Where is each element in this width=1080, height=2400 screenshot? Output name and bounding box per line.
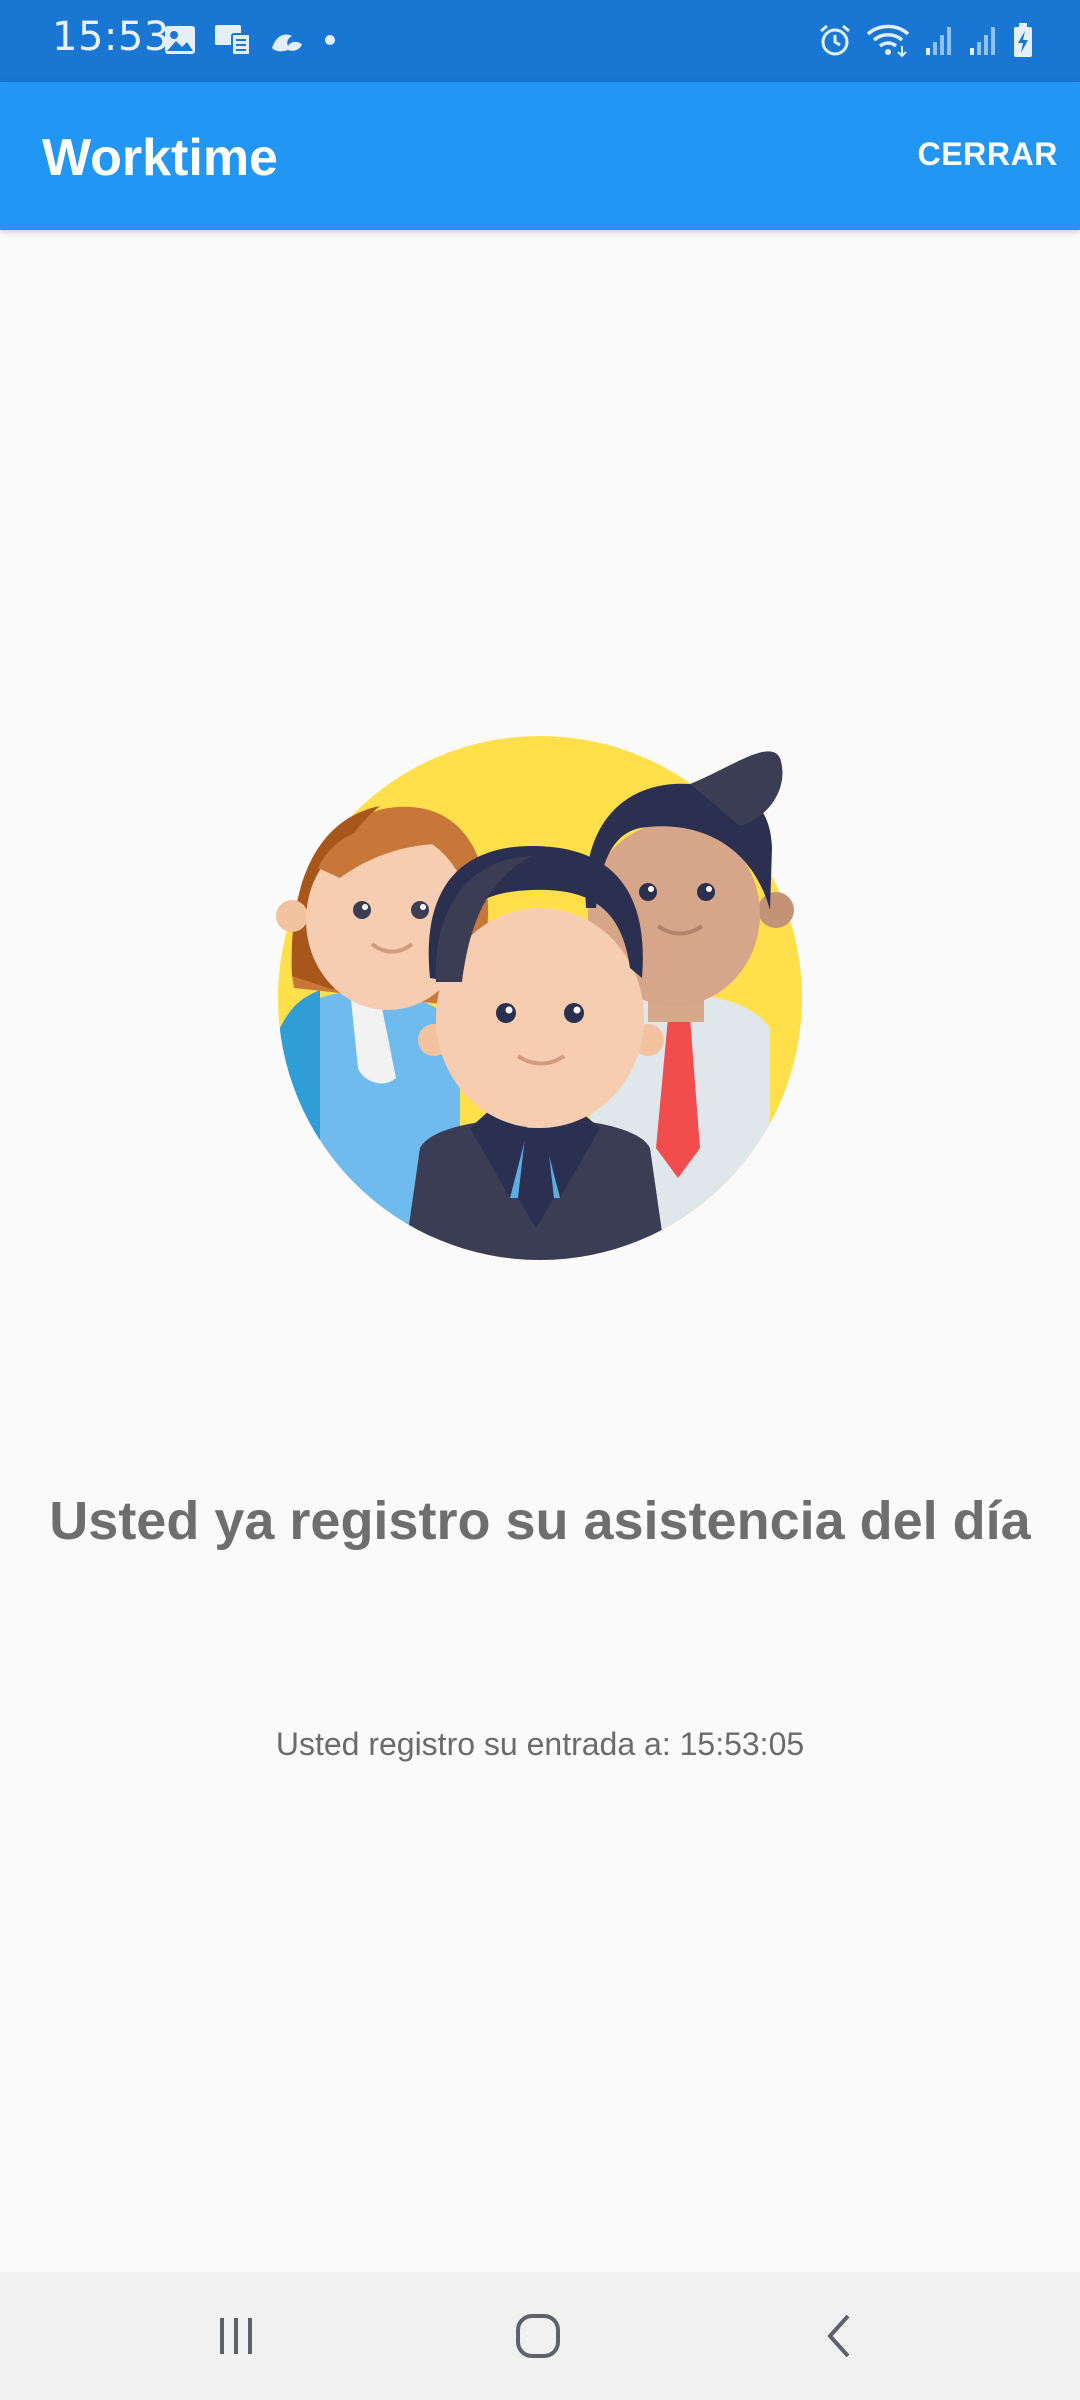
system-status-icons: [818, 20, 1034, 60]
battery-charging-icon: [1014, 23, 1032, 57]
screen-cast-icon: [215, 25, 251, 56]
close-button[interactable]: CERRAR: [918, 136, 1059, 173]
navigation-bar: [0, 2272, 1080, 2400]
home-button[interactable]: [502, 2300, 574, 2372]
attendance-headline: Usted ya registro su asistencia del día: [49, 1491, 1031, 1551]
team-people-illustration: [276, 736, 802, 1260]
alarm-icon: [820, 24, 850, 56]
signal-icon: [926, 27, 951, 55]
home-icon: [516, 2314, 560, 2358]
status-time: 15:53: [52, 14, 170, 60]
recent-apps-button[interactable]: [200, 2300, 272, 2372]
image-icon: [165, 26, 195, 54]
signal-icon: [970, 27, 995, 55]
app-bar: Worktime CERRAR: [0, 82, 1080, 230]
notification-icons: [164, 22, 336, 58]
recent-apps-icon: [220, 2318, 252, 2354]
back-button[interactable]: [804, 2300, 876, 2372]
weather-icon: [272, 34, 302, 52]
back-icon: [827, 2314, 850, 2358]
entry-time-text: Usted registro su entrada a: 15:53:05: [275, 1726, 805, 1762]
dot-icon: [325, 35, 335, 45]
status-bar: 15:53: [0, 0, 1080, 82]
app-title: Worktime: [42, 129, 278, 187]
wifi-icon: [866, 24, 910, 58]
